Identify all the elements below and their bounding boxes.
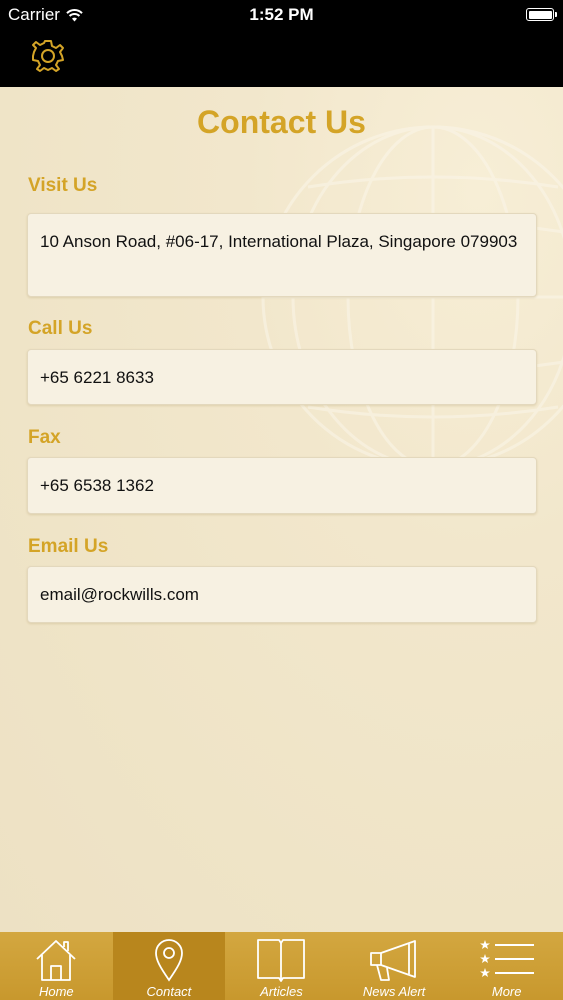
page-title: Contact Us	[197, 104, 366, 140]
book-icon	[257, 939, 306, 982]
tab-home[interactable]: Home	[0, 932, 113, 1000]
location-pin-icon	[154, 939, 183, 982]
tab-contact-label: Contact	[146, 984, 192, 999]
fax-field[interactable]: +65 6538 1362	[27, 457, 537, 514]
settings-button[interactable]	[30, 38, 66, 74]
email-field[interactable]: email@rockwills.com	[27, 566, 537, 623]
address-field[interactable]: 10 Anson Road, #06-17, International Pla…	[27, 213, 537, 297]
tab-news-alert[interactable]: News Alert	[338, 932, 451, 1000]
clock: 1:52 PM	[249, 5, 314, 24]
more-list-icon	[479, 940, 534, 977]
nav-bar	[0, 30, 563, 87]
tab-bar: Home Contact Articles News Alert More	[0, 932, 563, 1000]
home-icon	[36, 940, 76, 981]
tab-more-label: More	[491, 984, 522, 999]
fax-label: Fax	[28, 427, 61, 448]
tab-contact[interactable]: Contact	[112, 932, 226, 1000]
tab-home-label: Home	[38, 984, 74, 999]
tab-articles[interactable]: Articles	[225, 932, 338, 1000]
status-bar: Carrier 1:52 PM	[0, 0, 563, 30]
gear-icon	[32, 40, 64, 72]
megaphone-icon	[370, 940, 416, 981]
tab-more[interactable]: More	[450, 932, 563, 1000]
globe-watermark-icon	[261, 125, 563, 469]
call-us-label: Call Us	[28, 318, 93, 339]
contact-content[interactable]: Contact Us Visit Us 10 Anson Road, #06-1…	[0, 87, 563, 932]
battery-icon	[526, 8, 557, 21]
phone-field[interactable]: +65 6221 8633	[27, 349, 537, 405]
email-us-label: Email Us	[28, 536, 109, 557]
tab-news-alert-label: News Alert	[362, 984, 426, 999]
tab-articles-label: Articles	[260, 984, 303, 999]
visit-us-label: Visit Us	[28, 175, 98, 196]
